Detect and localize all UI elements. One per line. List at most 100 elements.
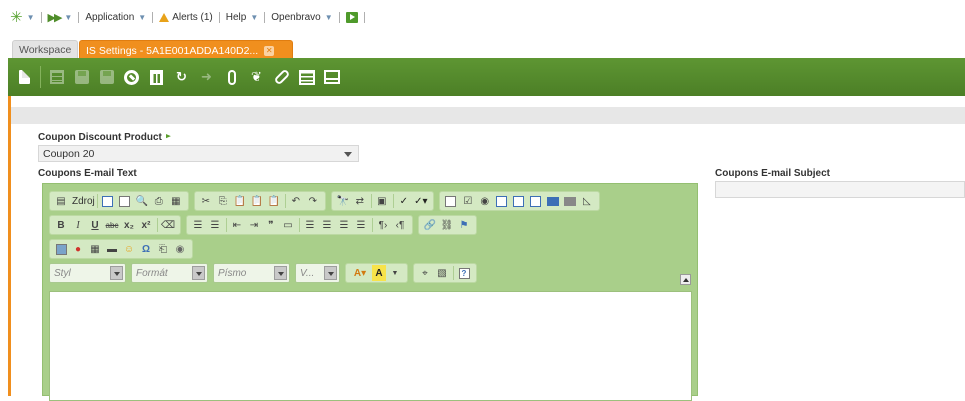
coupon-product-select[interactable]: Coupon 20	[38, 145, 359, 162]
source-icon[interactable]: ▤	[53, 193, 69, 209]
close-icon[interactable]: ✕	[264, 46, 275, 56]
preview-icon[interactable]: 🔍	[134, 193, 150, 209]
align-center-icon[interactable]: ☰	[319, 217, 335, 233]
subscript-icon[interactable]: x₂	[121, 217, 137, 233]
chevron-down-icon[interactable]	[274, 266, 287, 280]
link-button[interactable]	[272, 67, 291, 87]
outdent-icon[interactable]: ⇤	[229, 217, 245, 233]
unlink-icon[interactable]: ⛓	[439, 217, 455, 233]
form-view-button[interactable]	[297, 67, 316, 87]
undo-icon[interactable]: ↶	[288, 193, 304, 209]
save-close-button[interactable]	[97, 67, 116, 87]
new-record-button[interactable]	[15, 67, 34, 87]
table-icon[interactable]: ▦	[87, 241, 103, 257]
radio-icon[interactable]: ◉	[477, 193, 493, 209]
numbered-list-icon[interactable]: ☰	[190, 217, 206, 233]
format-select[interactable]: Formát	[131, 263, 208, 283]
source-button[interactable]: Zdroj	[72, 196, 95, 207]
paste-text-icon[interactable]: 📋	[249, 193, 265, 209]
copy-icon[interactable]: ⎘	[215, 193, 231, 209]
background-color-icon[interactable]: A	[372, 265, 386, 281]
bulleted-list-icon[interactable]: ☰	[207, 217, 223, 233]
save-icon[interactable]	[100, 193, 116, 209]
spellcheck-icon[interactable]: ✓	[396, 193, 412, 209]
align-right-icon[interactable]: ☰	[336, 217, 352, 233]
find-icon[interactable]: 🔭	[335, 193, 351, 209]
italic-icon[interactable]: I	[70, 217, 86, 233]
refresh-button[interactable]: ↻	[172, 67, 191, 87]
help-menu[interactable]: Help ▼	[226, 12, 259, 23]
tab-is-settings[interactable]: IS Settings - 5A1E001ADDA140D2... ✕	[79, 40, 293, 58]
logout-button[interactable]	[345, 11, 358, 23]
print-icon[interactable]: ⎙	[151, 193, 167, 209]
iframe-icon[interactable]: ◉	[172, 241, 188, 257]
text-field-icon[interactable]	[494, 193, 510, 209]
delete-button[interactable]	[147, 67, 166, 87]
paste-word-icon[interactable]: 📋	[266, 193, 282, 209]
checkbox-icon[interactable]: ☑	[460, 193, 476, 209]
grid-view-button[interactable]	[47, 67, 66, 87]
paste-icon[interactable]: 📋	[232, 193, 248, 209]
chevron-down-icon[interactable]: ▼	[387, 265, 403, 281]
templates-icon[interactable]: ▦	[168, 193, 184, 209]
redo-icon[interactable]: ↷	[305, 193, 321, 209]
select-all-icon[interactable]: ▣	[374, 193, 390, 209]
strike-icon[interactable]: abc	[104, 217, 120, 233]
indent-icon[interactable]: ⇥	[246, 217, 262, 233]
form-element-icon[interactable]	[443, 193, 459, 209]
anchor-flag-icon[interactable]: ⚑	[456, 217, 472, 233]
select-field-icon[interactable]	[528, 193, 544, 209]
flash-icon[interactable]: ●	[70, 241, 86, 257]
remove-format-icon[interactable]: ⌫	[160, 217, 176, 233]
page-break-icon[interactable]: ⎗	[155, 241, 171, 257]
horizontal-rule-icon[interactable]: ▬	[104, 241, 120, 257]
user-menu[interactable]: Openbravo ▼	[271, 12, 332, 23]
image-icon[interactable]	[53, 241, 69, 257]
smiley-icon[interactable]: ☺	[121, 241, 137, 257]
email-subject-input[interactable]	[715, 181, 965, 198]
audit-trail-button[interactable]: ❦	[247, 67, 266, 87]
editor-content-area[interactable]	[49, 291, 692, 401]
textarea-icon[interactable]	[511, 193, 527, 209]
maximize-icon[interactable]: ⌖	[417, 265, 433, 281]
font-size-select[interactable]: V...	[295, 263, 340, 283]
undo-button[interactable]	[122, 67, 141, 87]
attachment-button[interactable]	[222, 67, 241, 87]
link-icon[interactable]: 🔗	[422, 217, 438, 233]
chevron-down-icon[interactable]	[110, 266, 123, 280]
chevron-down-icon[interactable]	[324, 266, 337, 280]
justify-icon[interactable]: ☰	[353, 217, 369, 233]
hidden-field-icon[interactable]: ◺	[579, 193, 595, 209]
button-field-icon[interactable]	[545, 193, 561, 209]
alerts-link[interactable]: Alerts (1)	[159, 12, 213, 23]
chevron-down-icon[interactable]	[192, 266, 205, 280]
application-menu[interactable]: Application ▼	[85, 12, 146, 23]
text-color-icon[interactable]: A▾	[349, 265, 371, 281]
style-select[interactable]: Styl	[49, 263, 126, 283]
spellcheck-as-you-type-icon[interactable]: ✓▾	[413, 193, 429, 209]
align-left-icon[interactable]: ☰	[302, 217, 318, 233]
ltr-icon[interactable]: ¶›	[375, 217, 391, 233]
about-icon[interactable]: ?	[456, 265, 472, 281]
export-button[interactable]: ➜	[197, 67, 216, 87]
chevron-down-icon[interactable]	[344, 152, 352, 157]
superscript-icon[interactable]: x²	[138, 217, 154, 233]
show-blocks-icon[interactable]: ▧	[434, 265, 450, 281]
special-char-icon[interactable]: Ω	[138, 241, 154, 257]
replace-icon[interactable]: ⇄	[352, 193, 368, 209]
bold-icon[interactable]: B	[53, 217, 69, 233]
font-select[interactable]: Písmo	[213, 263, 290, 283]
layout-button[interactable]	[322, 67, 341, 87]
blockquote-icon[interactable]: ❞	[263, 217, 279, 233]
underline-icon[interactable]: U	[87, 217, 103, 233]
div-container-icon[interactable]: ▭	[280, 217, 296, 233]
quick-create-menu[interactable]: ✳ ▼	[10, 10, 35, 25]
rtl-icon[interactable]: ‹¶	[392, 217, 408, 233]
new-page-icon[interactable]	[117, 193, 133, 209]
quick-launch-menu[interactable]: ▶▶ ▼	[48, 11, 73, 24]
collapse-toolbar-button[interactable]	[680, 274, 691, 285]
cut-icon[interactable]: ✂	[198, 193, 214, 209]
save-button[interactable]	[72, 67, 91, 87]
image-button-icon[interactable]	[562, 193, 578, 209]
tab-workspace[interactable]: Workspace	[12, 40, 78, 58]
